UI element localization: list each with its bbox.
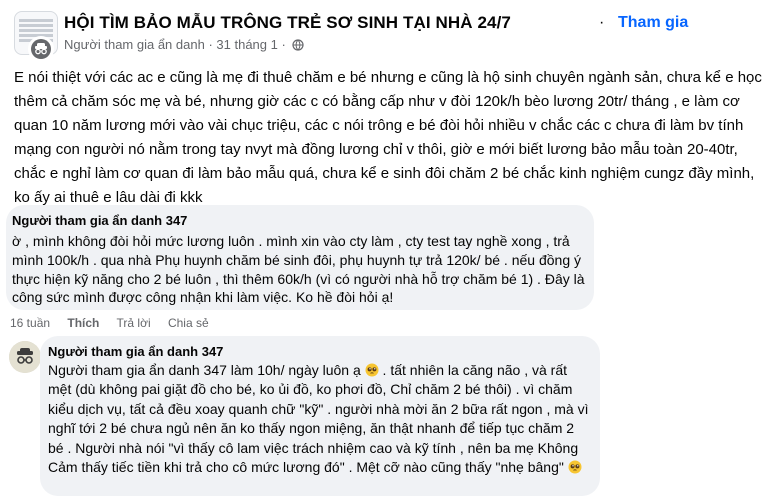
post-author[interactable]: Người tham gia ẩn danh	[64, 37, 205, 52]
anonymous-user-icon	[31, 39, 51, 59]
globe-icon	[292, 39, 305, 51]
post-header: HỘI TÌM BẢO MẪU TRÔNG TRẺ SƠ SINH TẠI NH…	[14, 6, 766, 62]
post-date[interactable]: 31 tháng 1	[216, 37, 277, 52]
comment-text: ờ , mình không đòi hỏi mức lương luôn . …	[12, 233, 585, 306]
reply-text-part: . tất nhiên la căng não , và rất mệt (dù…	[48, 362, 589, 476]
meta-separator: ·	[208, 37, 213, 52]
comment-bubble: Người tham gia ẩn danh 347 ờ , mình khôn…	[6, 205, 594, 310]
comment-time[interactable]: 16 tuần	[10, 316, 50, 330]
meta-separator: ·	[281, 37, 286, 52]
reply-button[interactable]: Trả lời	[117, 316, 151, 330]
comment-author[interactable]: Người tham gia ẩn danh 347	[12, 213, 187, 228]
reply-text-part: Người tham gia ẩn danh 347 làm 10h/ ngày…	[48, 362, 365, 378]
post-body: E nói thiệt với các ac e cũng là mẹ đi t…	[14, 69, 762, 206]
pleading-face-icon	[568, 460, 582, 474]
anonymous-avatar	[28, 36, 54, 62]
comment-actions: 16 tuần Thích Trả lời Chia sẻ	[10, 316, 223, 330]
post-meta: Người tham gia ẩn danh · 31 tháng 1 ·	[64, 37, 305, 52]
reply-author[interactable]: Người tham gia ẩn danh 347	[48, 344, 223, 359]
anonymous-user-icon	[9, 341, 41, 373]
reply-text: Người tham gia ẩn danh 347 làm 10h/ ngày…	[48, 361, 592, 477]
group-name-link[interactable]: HỘI TÌM BẢO MẪU TRÔNG TRẺ SƠ SINH TẠI NH…	[64, 13, 511, 33]
reply-bubble: Người tham gia ẩn danh 347 Người tham gi…	[40, 336, 600, 496]
pleading-face-icon	[365, 363, 379, 377]
share-button[interactable]: Chia sẻ	[168, 316, 209, 330]
reply-avatar[interactable]	[9, 341, 41, 373]
join-button[interactable]: Tham gia	[618, 14, 688, 32]
like-button[interactable]: Thích	[67, 316, 99, 330]
separator: ·	[599, 14, 605, 31]
